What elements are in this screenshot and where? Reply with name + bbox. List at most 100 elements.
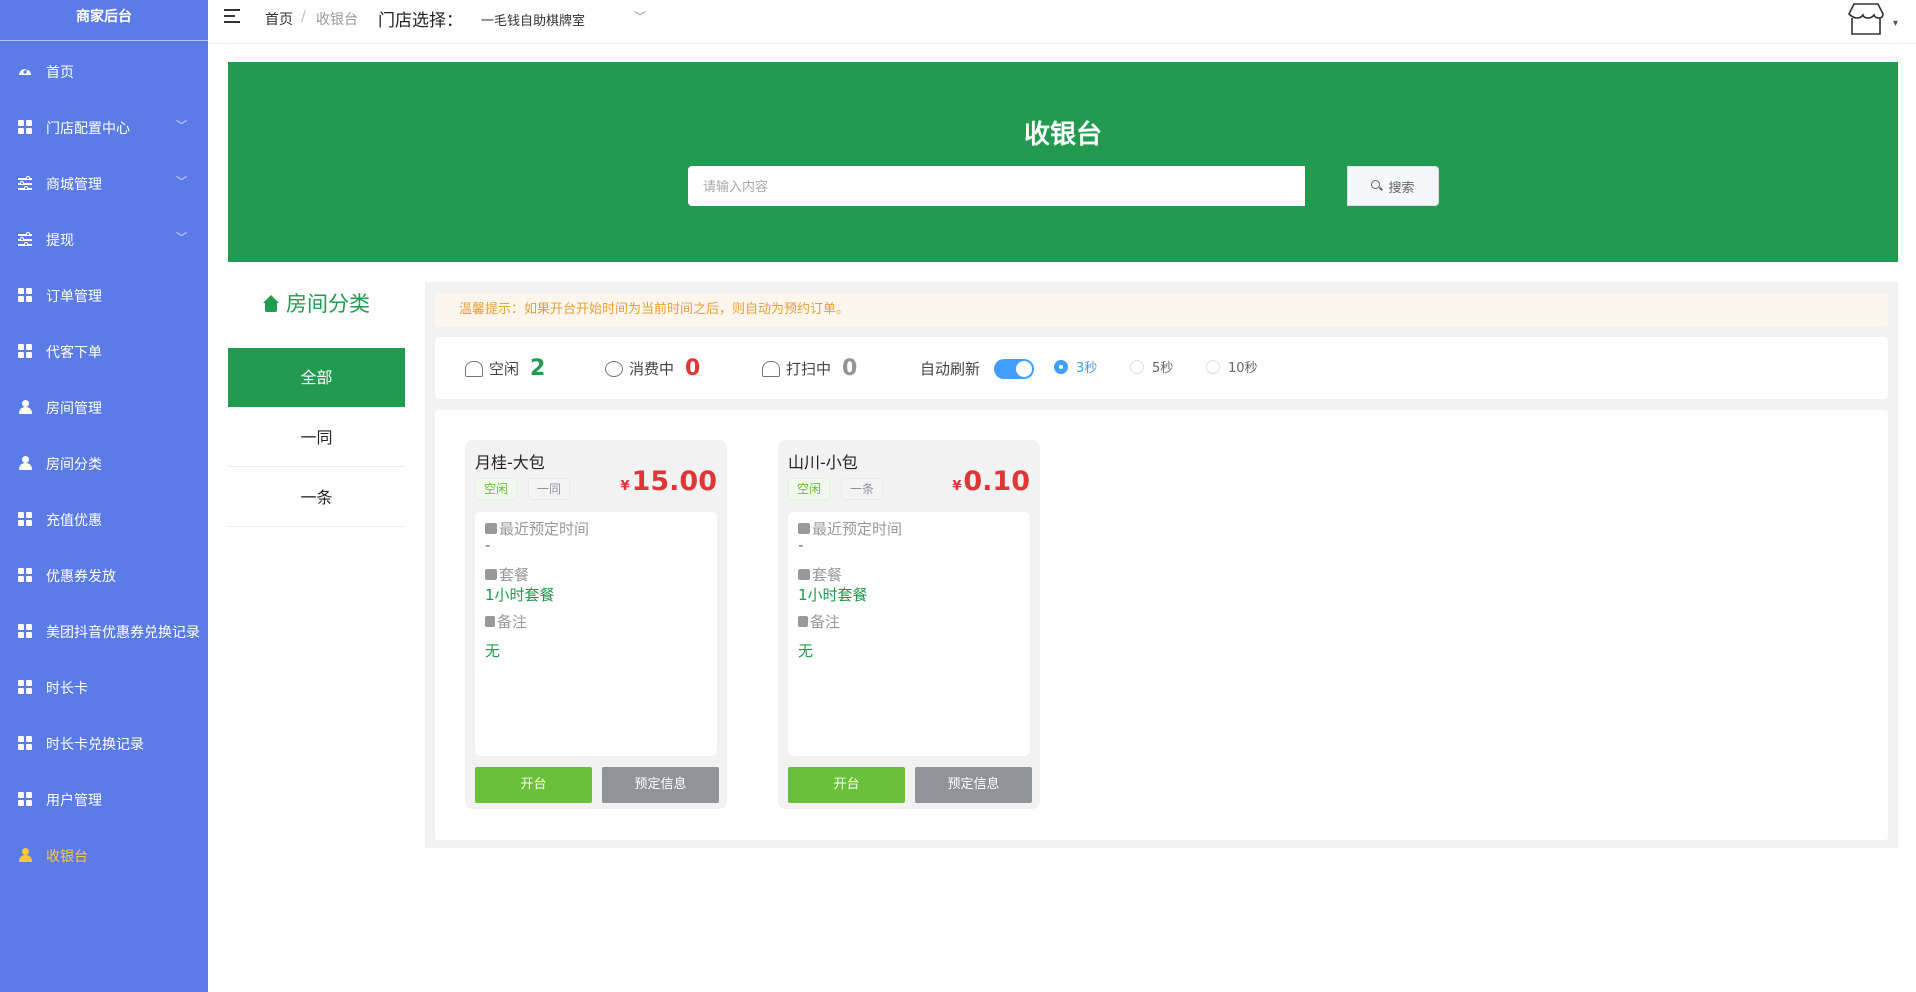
sidebar-item-label: 首页 bbox=[46, 65, 74, 81]
sidebar-item-room-categories[interactable]: 房间分类 bbox=[0, 443, 208, 483]
search-button[interactable]: 搜索 bbox=[1347, 166, 1439, 206]
recent-booking-label: 最近预定时间 bbox=[485, 518, 589, 539]
price-amount: 15.00 bbox=[631, 466, 717, 497]
chevron-down-icon: ﹀ bbox=[176, 175, 187, 188]
search-input[interactable] bbox=[688, 166, 1305, 206]
package-label: 套餐 bbox=[485, 564, 529, 585]
sidebar-item-users[interactable]: 用户管理 bbox=[0, 779, 208, 819]
sidebar-item-label: 商城管理 bbox=[46, 177, 102, 193]
status-cleaning: 打扫中 0 bbox=[762, 356, 857, 381]
sidebar-item-coupon-redeem-log[interactable]: 美团抖音优惠券兑换记录 bbox=[0, 611, 208, 651]
room-card: 山川-小包 空闲 一条 ¥ 0.10 最近预定时间 - 套餐 1小时套餐 备注 … bbox=[778, 440, 1040, 809]
package-label-text: 套餐 bbox=[499, 566, 530, 584]
recent-booking-label-text: 最近预定时间 bbox=[812, 520, 903, 538]
package-value: 1小时套餐 bbox=[485, 586, 555, 604]
grid-icon bbox=[18, 680, 32, 694]
sidebar-item-rooms[interactable]: 房间管理 bbox=[0, 387, 208, 427]
grid-icon bbox=[18, 568, 32, 582]
currency-symbol: ¥ bbox=[620, 479, 630, 494]
page-title: 收银台 bbox=[1023, 120, 1102, 150]
remark-label: 备注 bbox=[485, 611, 527, 632]
booking-info-button[interactable]: 预定信息 bbox=[915, 767, 1032, 803]
sidebar-item-recharge[interactable]: 充值优惠 bbox=[0, 499, 208, 539]
room-status-tag: 空闲 bbox=[475, 478, 518, 500]
radio-dot bbox=[1130, 359, 1144, 374]
dashboard-icon bbox=[18, 64, 32, 78]
note-icon bbox=[485, 616, 495, 627]
remark-label: 备注 bbox=[798, 611, 840, 632]
grid-icon bbox=[18, 736, 32, 750]
breadcrumb-home[interactable]: 首页 bbox=[265, 9, 293, 29]
store-select-value: 一毛钱自助棋牌室 bbox=[481, 14, 586, 29]
sidebar-item-label: 用户管理 bbox=[46, 793, 102, 809]
store-avatar-icon[interactable] bbox=[1846, 0, 1886, 36]
status-free-count: 2 bbox=[530, 356, 546, 381]
sidebar-brand: 商家后台 bbox=[0, 0, 208, 41]
warning-tip: 温馨提示：如果开台开始时间为当前时间之后，则自动为预约订单。 bbox=[435, 293, 1888, 327]
caret-down-icon[interactable]: ▾ bbox=[1893, 18, 1898, 29]
store-select[interactable]: 一毛钱自助棋牌室 ﹀ bbox=[464, 6, 860, 30]
calendar-icon bbox=[798, 523, 810, 534]
open-table-button[interactable]: 开台 bbox=[788, 767, 905, 803]
sidebar-item-label: 订单管理 bbox=[46, 289, 102, 305]
booking-info-button[interactable]: 预定信息 bbox=[602, 767, 719, 803]
search-icon bbox=[1371, 180, 1384, 192]
sidebar-item-store-config[interactable]: 门店配置中心 ﹀ bbox=[0, 107, 208, 147]
sidebar-item-cashier[interactable]: 收银台 bbox=[0, 835, 208, 875]
package-value: 1小时套餐 bbox=[798, 586, 868, 604]
status-busy-label: 消费中 bbox=[629, 360, 675, 378]
sidebar-item-label: 时长卡 bbox=[46, 681, 88, 697]
clock-icon bbox=[605, 360, 623, 377]
sidebar-item-coupons[interactable]: 优惠券发放 bbox=[0, 555, 208, 595]
status-bar: 空闲 2 消费中 0 打扫中 0 自动刷新 3秒 5秒 10秒 bbox=[435, 337, 1888, 399]
status-busy: 消费中 0 bbox=[605, 356, 700, 381]
grid-icon bbox=[18, 120, 32, 134]
status-cleaning-count: 0 bbox=[842, 356, 858, 381]
remark-label-text: 备注 bbox=[810, 613, 841, 631]
auto-refresh-switch[interactable] bbox=[994, 359, 1034, 379]
room-name: 山川-小包 bbox=[788, 453, 858, 472]
sidebar-item-label: 优惠券发放 bbox=[46, 569, 116, 585]
category-item-yitong[interactable]: 一同 bbox=[228, 408, 405, 467]
sidebar-item-time-card[interactable]: 时长卡 bbox=[0, 667, 208, 707]
room-name: 月桂-大包 bbox=[475, 453, 545, 472]
remark-label-text: 备注 bbox=[497, 613, 528, 631]
radio-dot bbox=[1206, 359, 1220, 374]
sidebar-item-mall[interactable]: 商城管理 ﹀ bbox=[0, 163, 208, 203]
interval-label: 10秒 bbox=[1228, 361, 1258, 376]
remark-value: 无 bbox=[798, 642, 814, 660]
open-table-button[interactable]: 开台 bbox=[475, 767, 592, 803]
search-button-label: 搜索 bbox=[1388, 180, 1415, 196]
home-icon bbox=[262, 294, 280, 312]
room-price: ¥ 0.10 bbox=[952, 466, 1030, 497]
status-free-label: 空闲 bbox=[489, 360, 520, 378]
sidebar: 商家后台 首页 门店配置中心 ﹀ 商城管理 ﹀ 提现 ﹀ 订单管理 代客下单 房… bbox=[0, 0, 208, 992]
auto-refresh-label: 自动刷新 bbox=[920, 360, 981, 378]
sidebar-item-orders[interactable]: 订单管理 bbox=[0, 275, 208, 315]
grid-icon bbox=[18, 512, 32, 526]
interval-label: 3秒 bbox=[1076, 361, 1098, 376]
sidebar-item-withdraw[interactable]: 提现 ﹀ bbox=[0, 219, 208, 259]
sidebar-item-proxy-order[interactable]: 代客下单 bbox=[0, 331, 208, 371]
chevron-down-icon: ﹀ bbox=[176, 231, 187, 244]
package-icon bbox=[485, 569, 497, 580]
chevron-down-icon: ﹀ bbox=[176, 119, 187, 132]
sidebar-item-home[interactable]: 首页 bbox=[0, 51, 208, 91]
room-category-title: 房间分类 bbox=[262, 288, 370, 318]
room-details: 最近预定时间 - 套餐 1小时套餐 备注 无 bbox=[475, 512, 717, 756]
sidebar-item-label: 门店配置中心 bbox=[46, 121, 130, 137]
category-item-all[interactable]: 全部 bbox=[228, 348, 405, 407]
interval-radio-10s[interactable]: 10秒 bbox=[1206, 357, 1258, 376]
remark-value: 无 bbox=[485, 642, 501, 660]
sidebar-item-time-card-log[interactable]: 时长卡兑换记录 bbox=[0, 723, 208, 763]
interval-radio-5s[interactable]: 5秒 bbox=[1130, 357, 1173, 376]
note-icon bbox=[798, 616, 808, 627]
category-item-yitiao[interactable]: 一条 bbox=[228, 468, 405, 527]
status-busy-count: 0 bbox=[685, 356, 701, 381]
grid-icon bbox=[18, 792, 32, 806]
interval-radio-3s[interactable]: 3秒 bbox=[1054, 357, 1097, 376]
status-free: 空闲 2 bbox=[465, 356, 545, 381]
menu-toggle-icon[interactable] bbox=[224, 9, 242, 25]
breadcrumb-separator: / bbox=[301, 9, 306, 25]
recent-booking-value: - bbox=[798, 536, 804, 554]
